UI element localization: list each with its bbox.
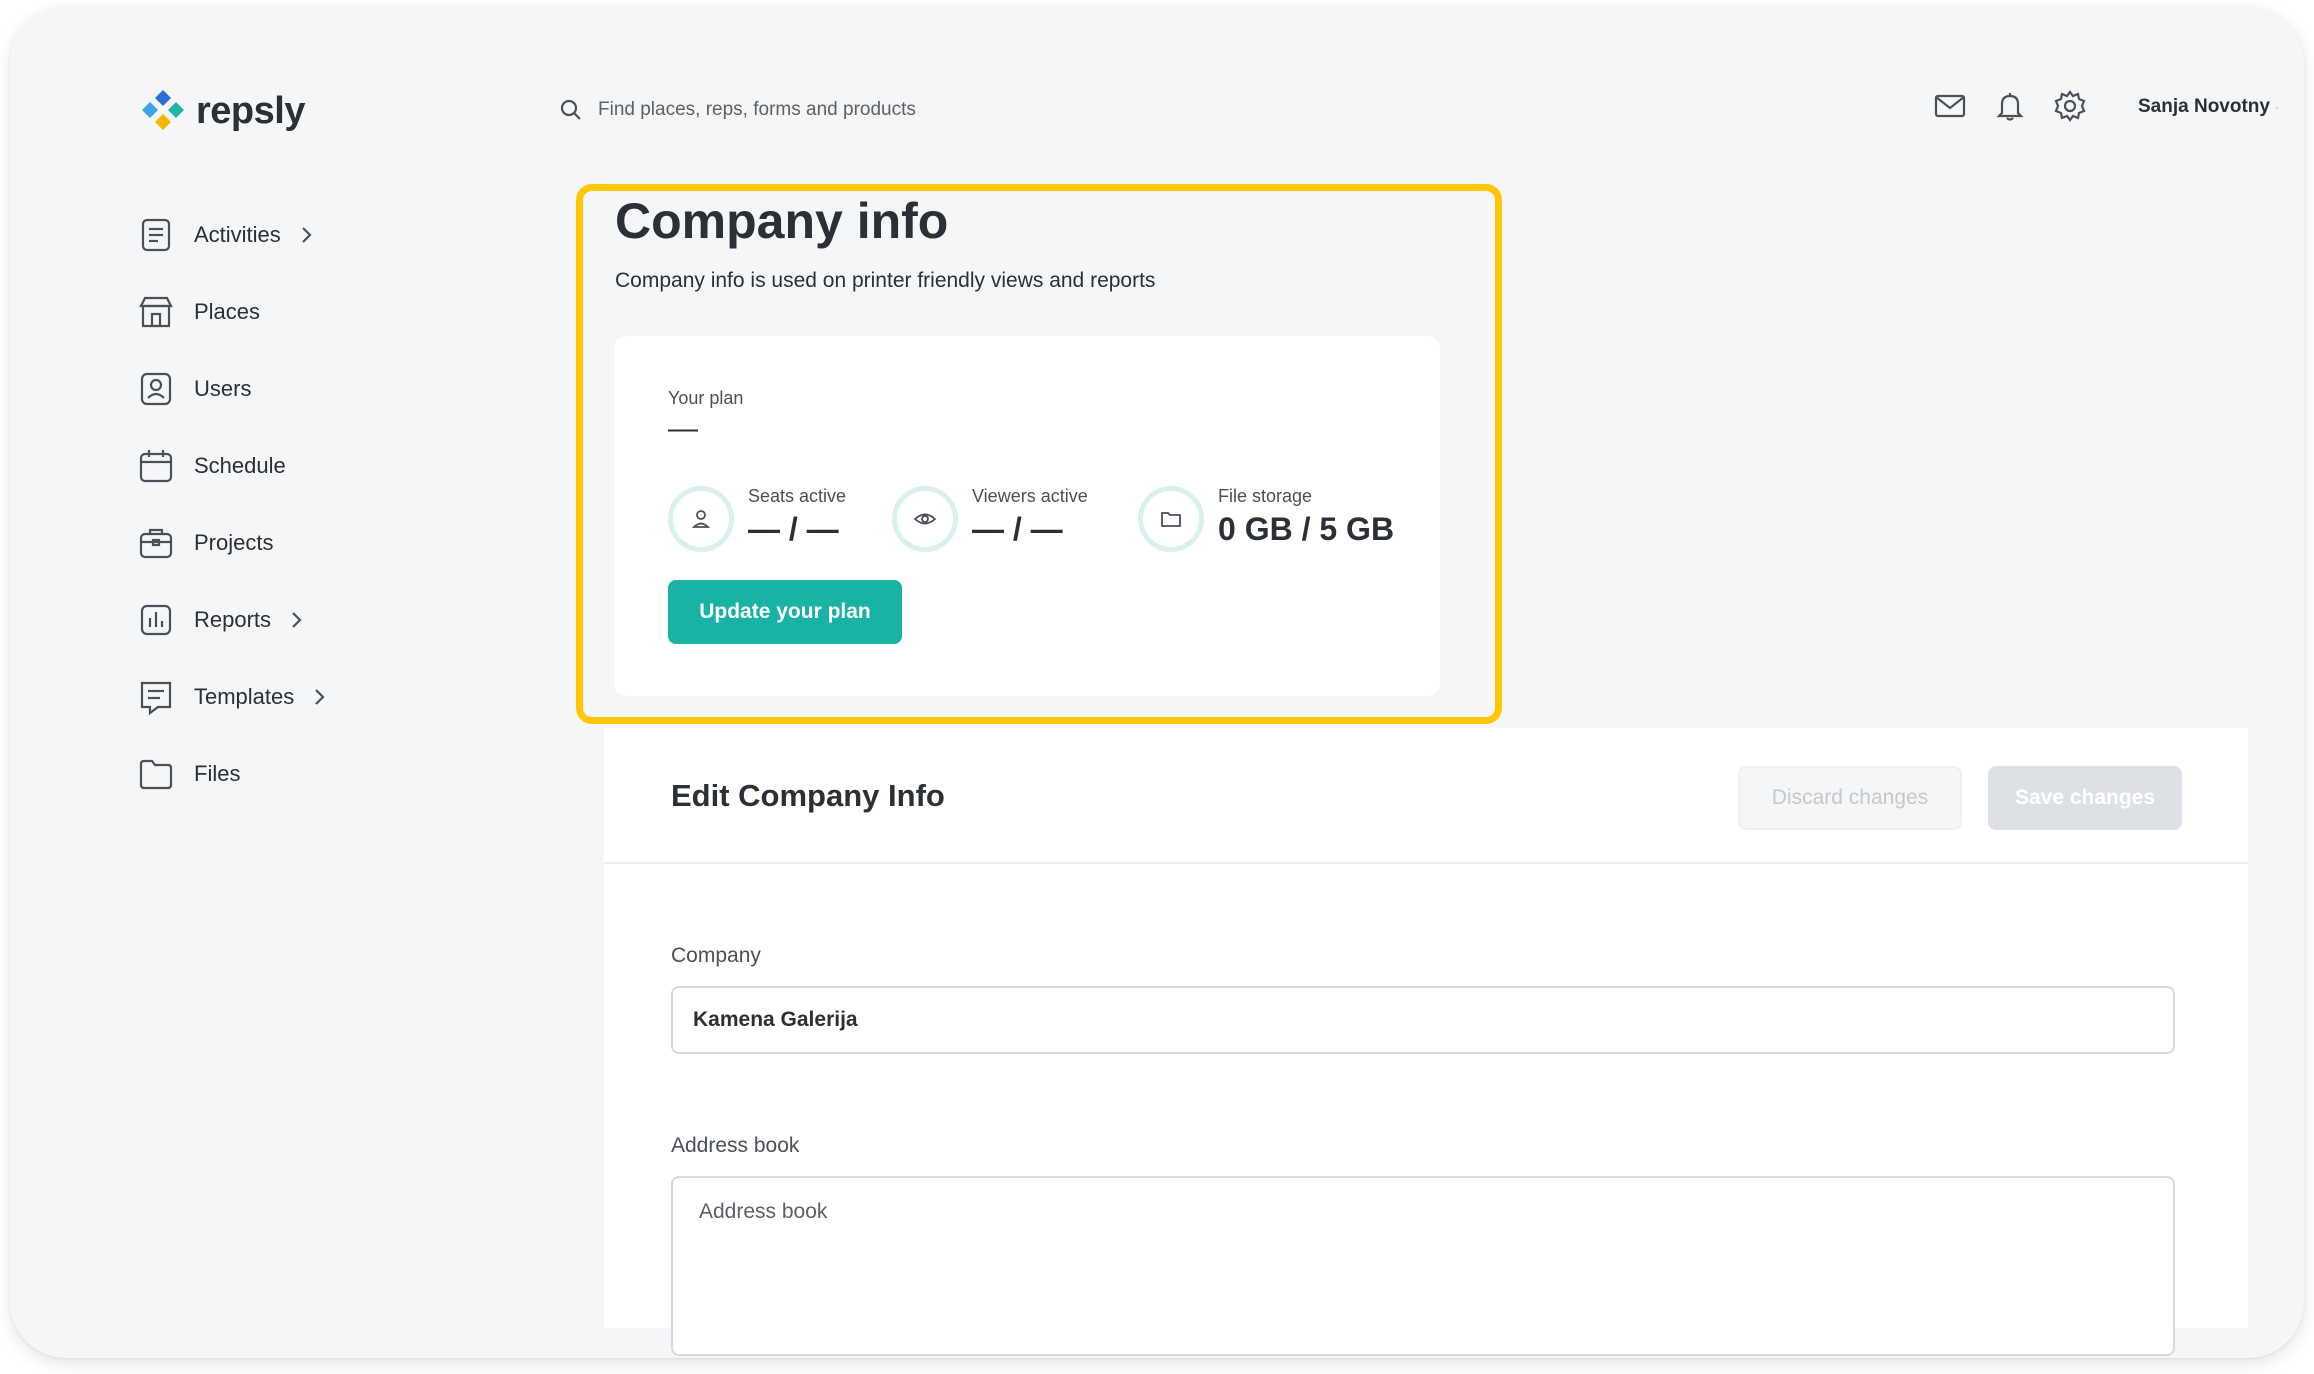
address-book-field[interactable] bbox=[671, 1176, 2175, 1356]
template-icon bbox=[136, 677, 176, 717]
sidebar-item-label: Users bbox=[194, 375, 252, 401]
app-window: repsly Activities Places Users Schedule … bbox=[10, 6, 2304, 1358]
store-icon bbox=[136, 292, 176, 332]
plan-label: Your plan bbox=[668, 388, 744, 408]
stat-label: Viewers active bbox=[972, 486, 1088, 506]
stat-seats-active: Seats active — / — bbox=[668, 486, 846, 552]
mail-icon[interactable] bbox=[1932, 88, 1968, 124]
briefcase-icon bbox=[136, 523, 176, 563]
search-input[interactable] bbox=[598, 99, 1078, 121]
chevron-right-icon bbox=[308, 686, 330, 708]
eye-icon bbox=[892, 486, 958, 552]
plan-card: Your plan — Seats active — / — Viewers a… bbox=[614, 336, 1440, 696]
page-subtitle: Company info is used on printer friendly… bbox=[615, 269, 1156, 292]
sidebar-item-label: Reports bbox=[194, 606, 272, 632]
user-menu[interactable]: Sanja Novotny bbox=[2138, 96, 2270, 118]
sidebar-item-files[interactable]: Files bbox=[136, 735, 436, 812]
update-plan-button[interactable]: Update your plan bbox=[668, 580, 902, 644]
folder-icon bbox=[1138, 486, 1204, 552]
sidebar-item-users[interactable]: Users bbox=[136, 350, 436, 427]
discard-changes-button[interactable]: Discard changes bbox=[1738, 766, 1962, 830]
sidebar-item-places[interactable]: Places bbox=[136, 273, 436, 350]
chevron-down-icon[interactable]: · bbox=[2275, 100, 2285, 114]
edit-panel-header: Edit Company Info Discard changes Save c… bbox=[604, 728, 2248, 864]
plan-value: — bbox=[668, 412, 698, 445]
company-field[interactable] bbox=[671, 986, 2175, 1054]
chevron-right-icon bbox=[295, 224, 317, 246]
stat-value: 0 GB / 5 GB bbox=[1218, 511, 1395, 547]
sidebar-item-templates[interactable]: Templates bbox=[136, 658, 436, 735]
folder-icon bbox=[136, 754, 176, 794]
sidebar-item-label: Places bbox=[194, 298, 261, 324]
calendar-icon bbox=[136, 446, 176, 486]
stat-viewers-active: Viewers active — / — bbox=[892, 486, 1088, 552]
edit-company-panel: Edit Company Info Discard changes Save c… bbox=[604, 728, 2248, 1356]
page-title: Company info bbox=[615, 193, 949, 249]
chevron-right-icon bbox=[285, 609, 307, 631]
sidebar-item-projects[interactable]: Projects bbox=[136, 504, 436, 581]
sidebar-item-label: Schedule bbox=[194, 452, 286, 478]
sidebar-item-label: Activities bbox=[194, 221, 281, 247]
sidebar: Activities Places Users Schedule Project… bbox=[136, 196, 436, 812]
bar-chart-icon bbox=[136, 600, 176, 640]
activities-icon bbox=[136, 215, 176, 255]
sidebar-item-activities[interactable]: Activities bbox=[136, 196, 436, 273]
stat-label: File storage bbox=[1218, 486, 1313, 506]
company-label: Company bbox=[671, 944, 761, 967]
header-actions bbox=[1932, 88, 2088, 124]
save-changes-button[interactable]: Save changes bbox=[1988, 766, 2182, 830]
person-icon bbox=[668, 486, 734, 552]
search-bar bbox=[558, 90, 1118, 130]
sidebar-item-schedule[interactable]: Schedule bbox=[136, 427, 436, 504]
user-badge-icon bbox=[136, 369, 176, 409]
logo[interactable]: repsly bbox=[136, 86, 305, 136]
address-book-label: Address book bbox=[671, 1134, 800, 1157]
sidebar-item-label: Projects bbox=[194, 529, 274, 555]
sidebar-item-reports[interactable]: Reports bbox=[136, 581, 436, 658]
sidebar-item-label: Templates bbox=[194, 683, 295, 709]
stat-value: — / — bbox=[748, 511, 839, 547]
stat-label: Seats active bbox=[748, 486, 847, 506]
stat-value: — / — bbox=[972, 511, 1063, 547]
sidebar-item-label: Files bbox=[194, 760, 241, 786]
stat-file-storage: File storage 0 GB / 5 GB bbox=[1138, 486, 1394, 552]
logo-text: repsly bbox=[196, 89, 305, 132]
edit-panel-title: Edit Company Info bbox=[671, 778, 945, 813]
search-icon bbox=[560, 99, 581, 120]
gear-icon[interactable] bbox=[2052, 88, 2088, 124]
repsly-logo-icon bbox=[142, 90, 184, 130]
bell-icon[interactable] bbox=[1992, 88, 2028, 124]
